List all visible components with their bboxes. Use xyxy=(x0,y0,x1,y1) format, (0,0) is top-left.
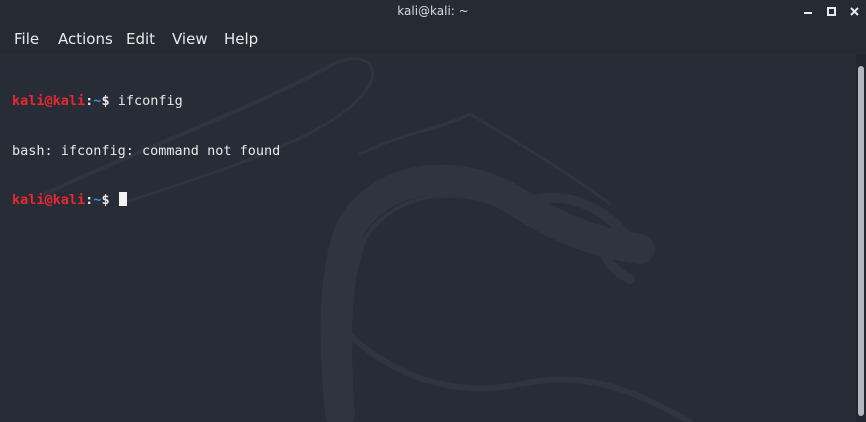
window-title: kali@kali: ~ xyxy=(397,4,469,18)
menu-help[interactable]: Help xyxy=(224,30,258,48)
close-button[interactable] xyxy=(846,3,864,21)
terminal-output: kali@kali:~$ ifconfig bash: ifconfig: co… xyxy=(12,60,280,242)
terminal-line-3: kali@kali:~$ xyxy=(12,192,280,209)
terminal-line-2: bash: ifconfig: command not found xyxy=(12,142,281,159)
prompt-symbol: $ xyxy=(101,192,110,208)
prompt-symbol: $ xyxy=(101,93,110,109)
menu-file[interactable]: File xyxy=(14,30,39,48)
title-bar[interactable]: kali@kali: ~ xyxy=(0,0,866,24)
maximize-button[interactable] xyxy=(823,3,841,21)
menu-edit[interactable]: Edit xyxy=(126,30,155,48)
menu-bar: File Actions Edit View Help xyxy=(0,24,866,54)
terminal-area[interactable]: kali@kali:~$ ifconfig bash: ifconfig: co… xyxy=(0,54,856,422)
menu-view[interactable]: View xyxy=(172,30,208,48)
prompt-user: kali@kali xyxy=(12,192,86,208)
close-icon xyxy=(850,7,859,16)
command-text: ifconfig xyxy=(109,93,183,109)
maximize-icon xyxy=(827,7,836,16)
minimize-button[interactable] xyxy=(799,3,817,21)
minimize-icon xyxy=(804,12,812,14)
menu-actions[interactable]: Actions xyxy=(58,30,113,48)
scrollbar-thumb[interactable] xyxy=(858,66,864,416)
prompt-user: kali@kali xyxy=(12,93,86,109)
terminal-window: kali@kali: ~ File Actions Edit View Help xyxy=(0,0,866,422)
terminal-line-1: kali@kali:~$ ifconfig xyxy=(12,93,280,110)
text-cursor xyxy=(118,192,127,206)
vertical-scrollbar[interactable] xyxy=(856,54,866,422)
